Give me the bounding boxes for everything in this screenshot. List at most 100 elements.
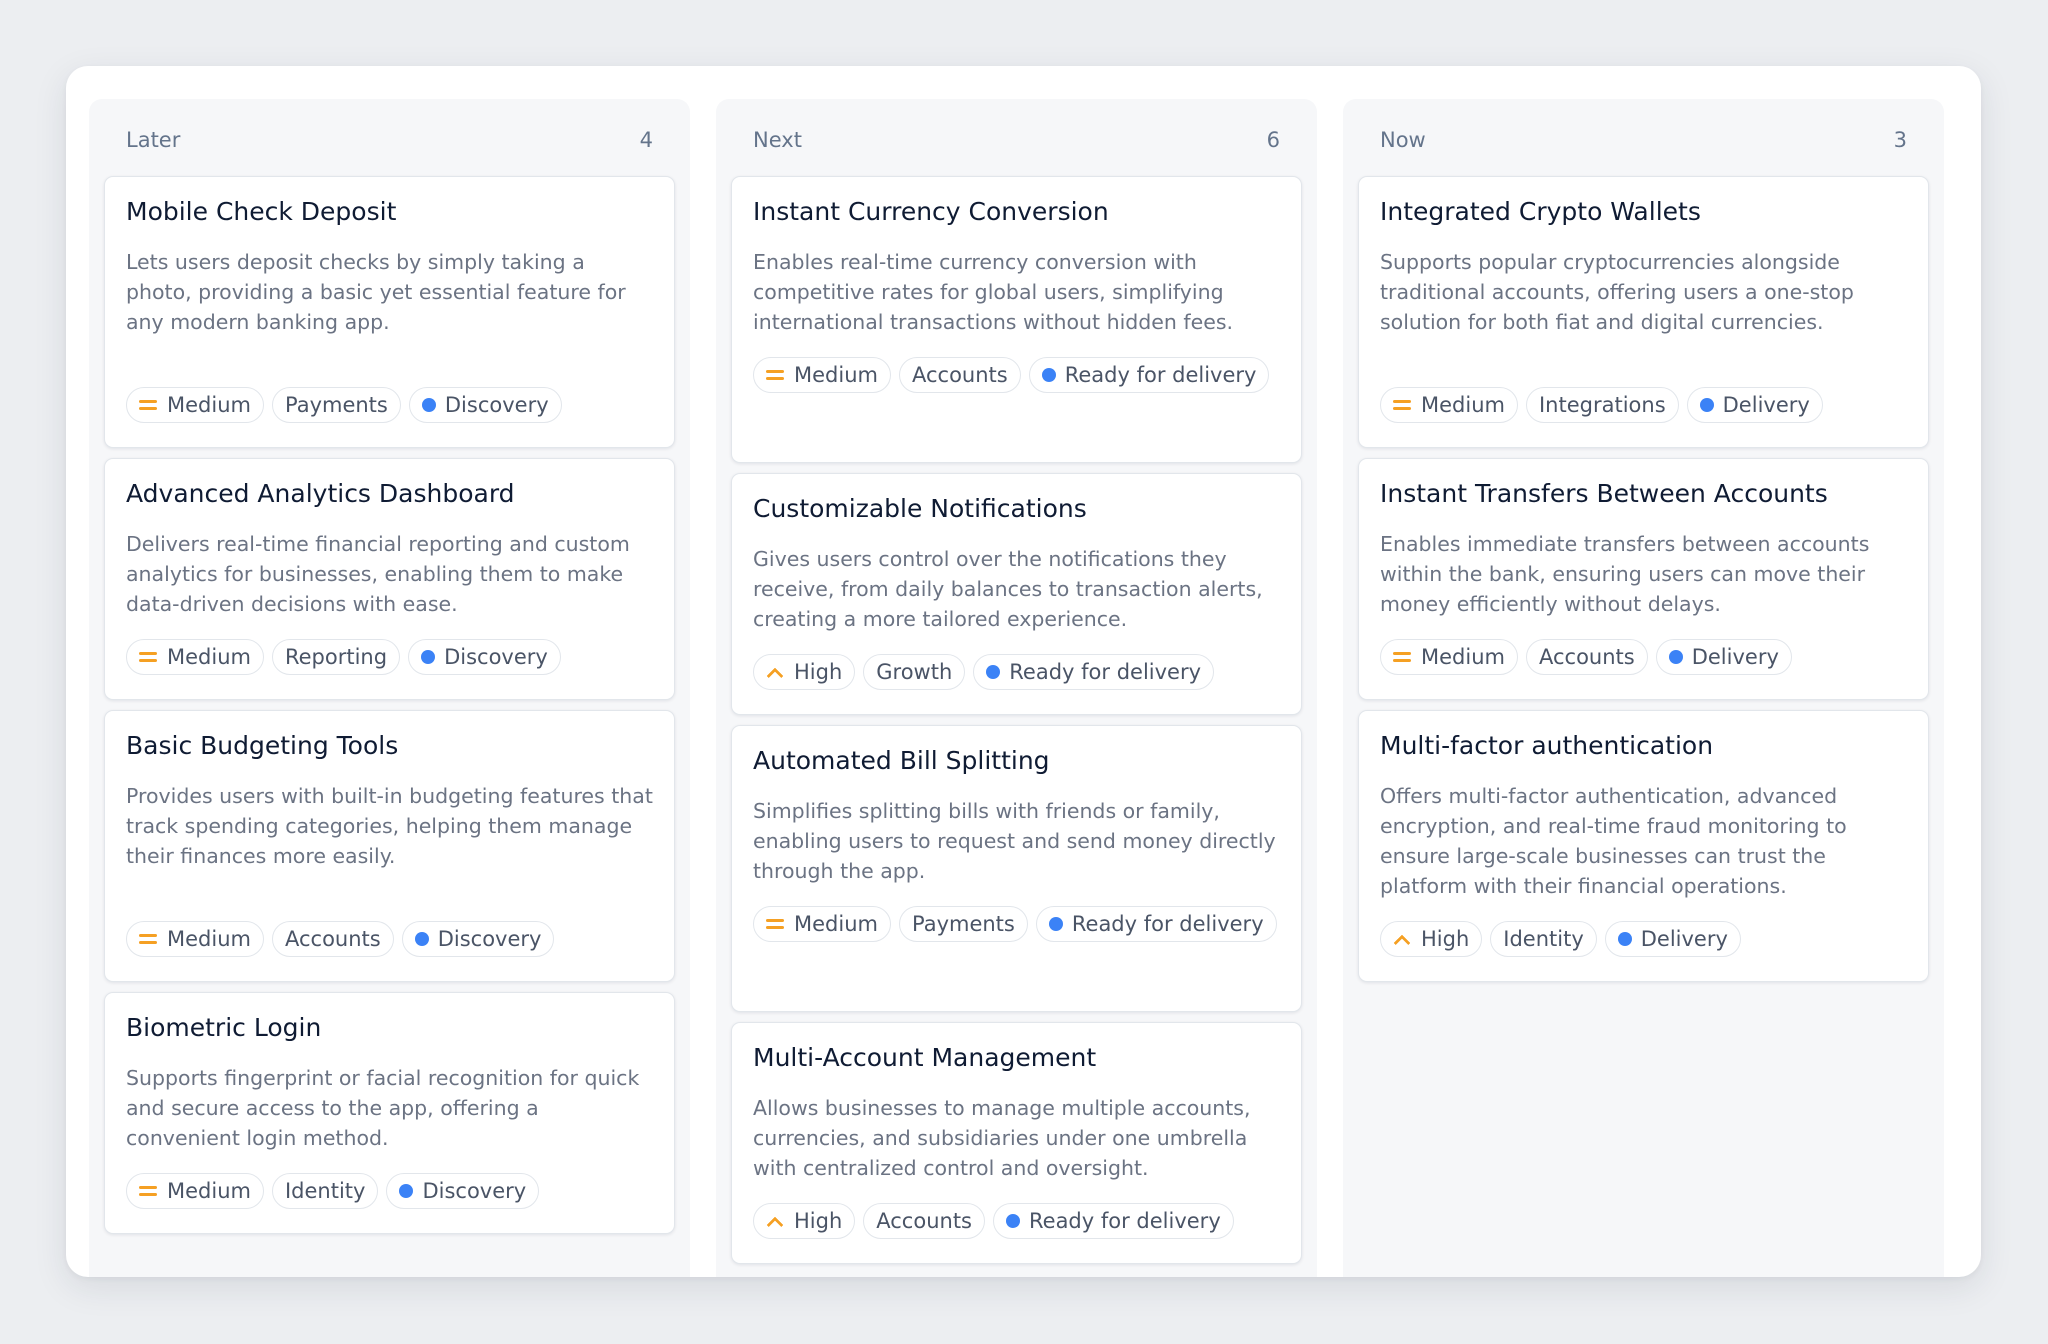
- status-dot-icon: [1668, 650, 1683, 664]
- column-next: Next 6 Instant Currency Conversion Enabl…: [716, 99, 1317, 1277]
- column-header: Next 6: [753, 125, 1280, 155]
- category-tag[interactable]: Reporting: [271, 639, 401, 675]
- card-description: Lets users deposit checks by simply taki…: [126, 250, 626, 334]
- medium-priority-icon: [766, 368, 784, 382]
- priority-label: High: [1421, 927, 1470, 951]
- column-title: Now: [1380, 128, 1426, 152]
- status-tag[interactable]: Discovery: [408, 387, 562, 423]
- card-multi-factor-authentication[interactable]: Multi-factor authentication Offers multi…: [1358, 710, 1929, 982]
- card-automated-bill-splitting[interactable]: Automated Bill Splitting Simplifies spli…: [731, 725, 1302, 1012]
- status-dot-icon: [1006, 1214, 1020, 1228]
- priority-tag[interactable]: Medium: [753, 357, 891, 393]
- card-advanced-analytics-dashboard[interactable]: Advanced Analytics Dashboard Delivers re…: [104, 458, 675, 700]
- category-tag[interactable]: Payments: [271, 387, 401, 423]
- status-tag[interactable]: Ready for delivery: [1035, 906, 1277, 942]
- category-tag[interactable]: Identity: [1490, 921, 1597, 957]
- priority-tag[interactable]: High: [1380, 921, 1483, 957]
- high-priority-icon: [1393, 932, 1411, 946]
- card-integrated-crypto-wallets[interactable]: Integrated Crypto Wallets Supports popul…: [1358, 176, 1929, 448]
- status-dot-icon: [986, 665, 1001, 679]
- status-dot-icon: [1699, 398, 1714, 412]
- priority-tag[interactable]: Medium: [126, 639, 264, 675]
- status-label: Discovery: [444, 393, 549, 417]
- priority-tag[interactable]: High: [753, 654, 856, 690]
- high-priority-icon: [766, 665, 784, 679]
- column-count: 6: [1266, 128, 1280, 152]
- card-instant-currency-conversion[interactable]: Instant Currency Conversion Enables real…: [731, 176, 1302, 463]
- priority-tag[interactable]: Medium: [1380, 639, 1518, 675]
- card-instant-transfers-between-accounts[interactable]: Instant Transfers Between Accounts Enabl…: [1358, 458, 1929, 700]
- priority-tag[interactable]: Medium: [126, 387, 264, 423]
- category-tag[interactable]: Accounts: [863, 1203, 985, 1239]
- card-multi-account-management[interactable]: Multi-Account Management Allows business…: [731, 1022, 1302, 1264]
- priority-label: Medium: [1421, 393, 1505, 417]
- card-title: Instant Currency Conversion: [753, 197, 1109, 226]
- high-priority-icon: [766, 1214, 784, 1228]
- card-biometric-login[interactable]: Biometric Login Supports fingerprint or …: [104, 992, 675, 1234]
- category-tag[interactable]: Payments: [898, 906, 1028, 942]
- status-tag[interactable]: Delivery: [1655, 639, 1792, 675]
- card-description: Supports popular cryptocurrencies alongs…: [1380, 250, 1854, 334]
- card-title: Advanced Analytics Dashboard: [126, 479, 515, 508]
- status-label: Discovery: [444, 645, 548, 669]
- priority-label: Medium: [167, 645, 251, 669]
- column-count: 4: [639, 128, 653, 152]
- status-tag[interactable]: Ready for delivery: [1028, 357, 1270, 393]
- medium-priority-icon: [139, 650, 157, 664]
- card-tags: Medium Identity Discovery: [126, 1173, 661, 1209]
- priority-tag[interactable]: Medium: [126, 921, 264, 957]
- priority-tag[interactable]: High: [753, 1203, 856, 1239]
- card-tags: Medium Payments Ready for delivery: [753, 906, 1288, 942]
- category-tag[interactable]: Accounts: [271, 921, 394, 957]
- status-dot-icon: [421, 398, 436, 412]
- status-label: Ready for delivery: [1071, 912, 1264, 936]
- card-title: Mobile Check Deposit: [126, 197, 397, 226]
- priority-label: Medium: [794, 912, 878, 936]
- status-dot-icon: [421, 650, 436, 664]
- priority-label: Medium: [167, 927, 251, 951]
- card-tags: Medium Reporting Discovery: [126, 639, 661, 675]
- status-tag[interactable]: Ready for delivery: [993, 1203, 1234, 1239]
- card-tags: Medium Accounts Delivery: [1380, 639, 1915, 675]
- status-tag[interactable]: Ready for delivery: [973, 654, 1215, 690]
- column-now: Now 3 Integrated Crypto Wallets Supports…: [1343, 99, 1944, 1277]
- category-tag[interactable]: Accounts: [898, 357, 1021, 393]
- card-title: Instant Transfers Between Accounts: [1380, 479, 1828, 508]
- medium-priority-icon: [1393, 398, 1411, 412]
- card-description: Enables real-time currency conversion wi…: [753, 250, 1234, 334]
- status-tag[interactable]: Discovery: [401, 921, 555, 957]
- medium-priority-icon: [1393, 650, 1411, 664]
- card-tags: Medium Accounts Ready for delivery: [753, 357, 1288, 393]
- status-tag[interactable]: Discovery: [386, 1173, 540, 1209]
- status-label: Ready for delivery: [1009, 660, 1202, 684]
- priority-tag[interactable]: Medium: [1380, 387, 1518, 423]
- medium-priority-icon: [139, 1184, 157, 1198]
- card-tags: High Growth Ready for delivery: [753, 654, 1288, 690]
- card-mobile-check-deposit[interactable]: Mobile Check Deposit Lets users deposit …: [104, 176, 675, 448]
- card-customizable-notifications[interactable]: Customizable Notifications Gives users c…: [731, 473, 1302, 715]
- status-dot-icon: [1048, 917, 1063, 931]
- status-tag[interactable]: Delivery: [1686, 387, 1823, 423]
- status-label: Delivery: [1691, 645, 1779, 669]
- card-basic-budgeting-tools[interactable]: Basic Budgeting Tools Provides users wit…: [104, 710, 675, 982]
- status-tag[interactable]: Delivery: [1604, 921, 1741, 957]
- category-tag[interactable]: Identity: [271, 1173, 379, 1209]
- card-description: Simplifies splitting bills with friends …: [753, 799, 1276, 883]
- priority-tag[interactable]: Medium: [126, 1173, 264, 1209]
- status-label: Discovery: [422, 1179, 527, 1203]
- card-title: Multi-factor authentication: [1380, 731, 1714, 760]
- column-later: Later 4 Mobile Check Deposit Lets users …: [89, 99, 690, 1277]
- card-description: Supports fingerprint or facial recogniti…: [126, 1066, 640, 1150]
- status-dot-icon: [1041, 368, 1056, 382]
- category-tag[interactable]: Accounts: [1525, 639, 1648, 675]
- priority-label: High: [794, 1209, 843, 1233]
- priority-tag[interactable]: Medium: [753, 906, 891, 942]
- card-title: Basic Budgeting Tools: [126, 731, 399, 760]
- category-tag[interactable]: Integrations: [1525, 387, 1679, 423]
- medium-priority-icon: [139, 932, 157, 946]
- status-tag[interactable]: Discovery: [408, 639, 561, 675]
- card-tags: High Identity Delivery: [1380, 921, 1915, 957]
- category-tag[interactable]: Growth: [863, 654, 966, 690]
- column-title: Later: [126, 128, 181, 152]
- card-title: Customizable Notifications: [753, 494, 1087, 523]
